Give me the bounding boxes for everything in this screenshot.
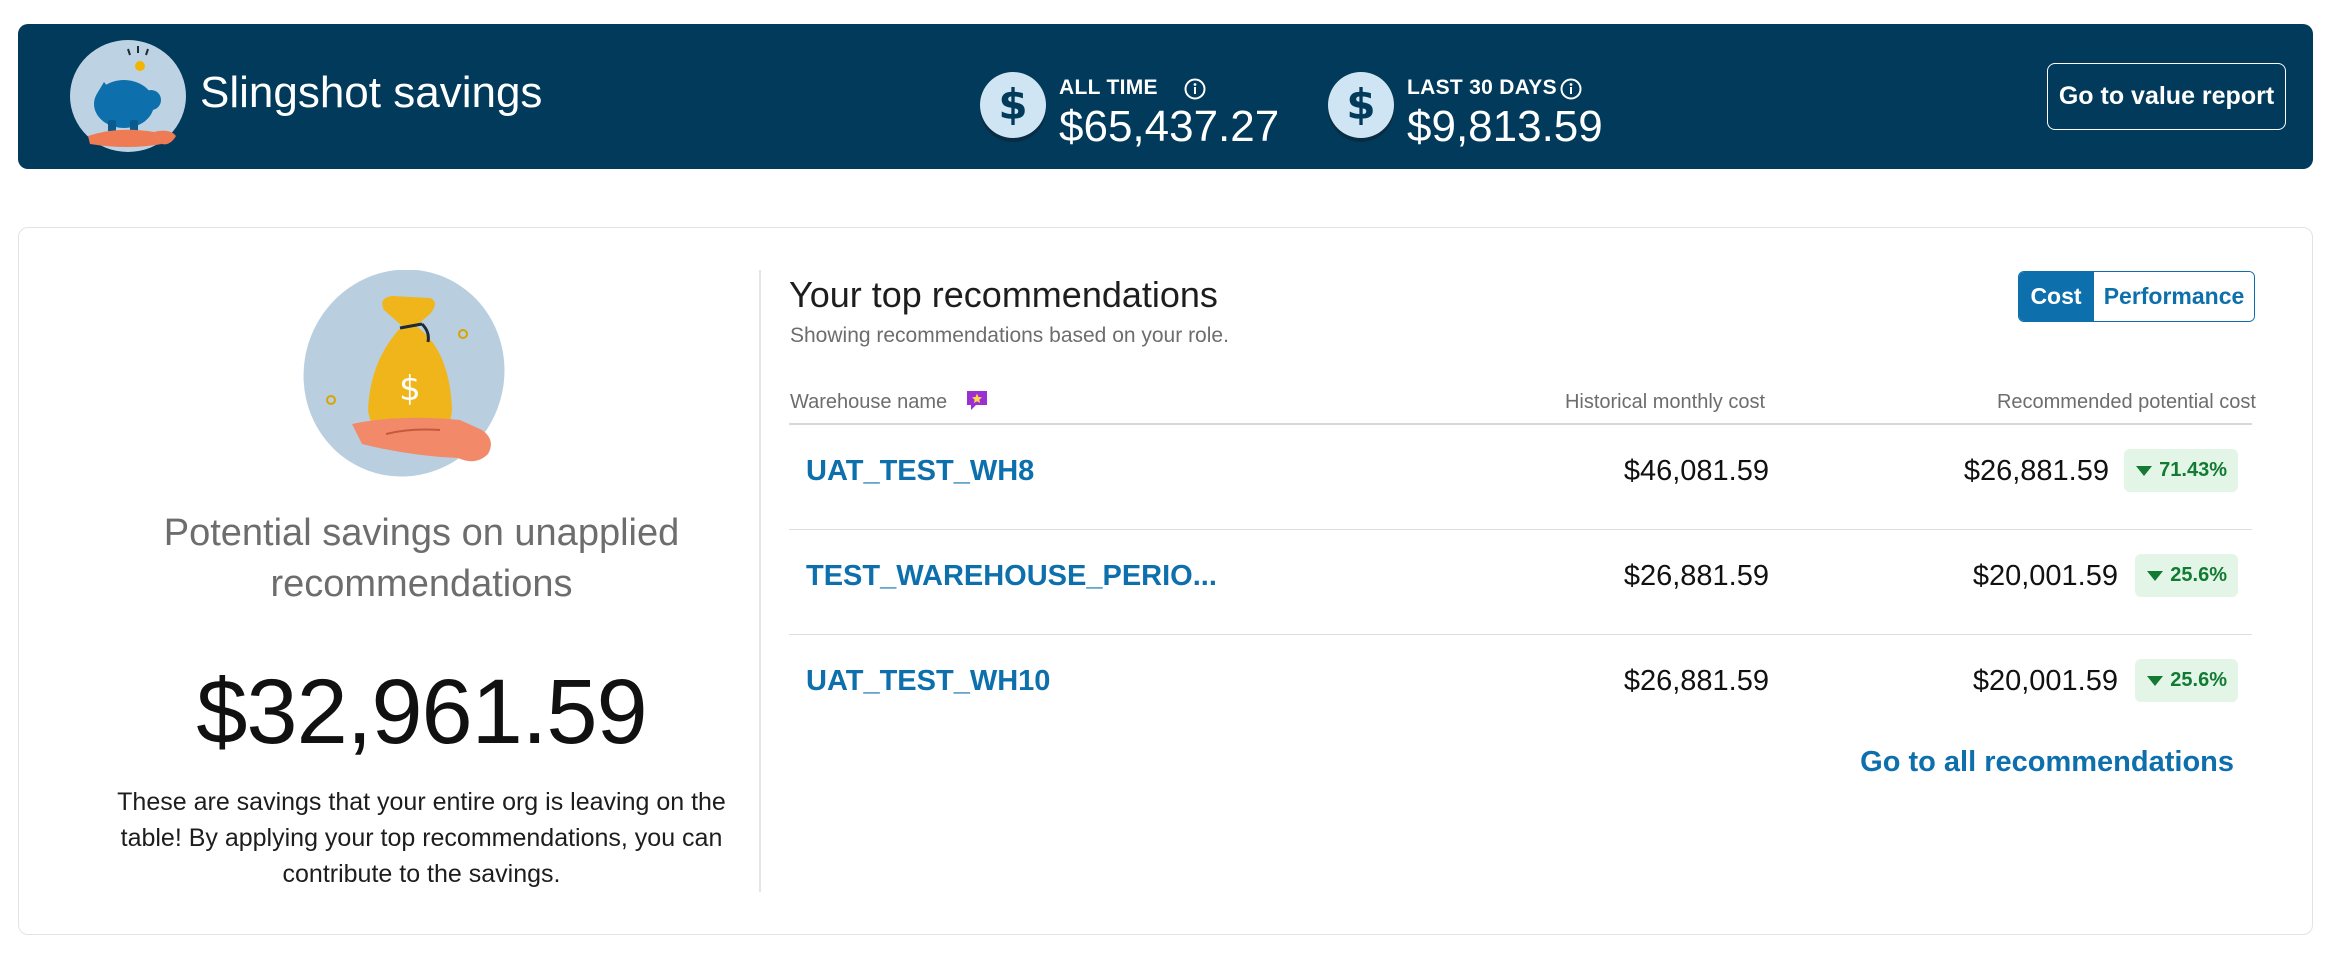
go-to-all-recommendations-link[interactable]: Go to all recommendations <box>1860 746 2234 779</box>
svg-text:$: $ <box>998 80 1027 129</box>
dollar-coin-icon: $ <box>1328 72 1394 142</box>
down-arrow-icon <box>2147 570 2164 581</box>
go-to-value-report-button[interactable]: Go to value report <box>2047 63 2286 130</box>
warehouse-link[interactable]: UAT_TEST_WH8 <box>806 455 1034 488</box>
svg-text:$: $ <box>1346 80 1375 129</box>
cost-performance-toggle: Cost Performance <box>2018 271 2255 322</box>
piggy-bank-illustration <box>70 40 186 152</box>
recommended-cost: $20,001.59 <box>1972 560 2118 592</box>
performance-toggle-button[interactable]: Performance <box>2093 272 2254 321</box>
down-arrow-icon <box>2136 465 2153 476</box>
recommendations-title: Your top recommendations <box>789 274 1218 315</box>
all-time-savings: $ ALL TIME $65,437.27 <box>978 54 1279 151</box>
potential-savings-amount: $32,961.59 <box>196 661 647 763</box>
cost-toggle-button[interactable]: Cost <box>2019 272 2093 321</box>
recommended-cost: $20,001.59 <box>1972 665 2118 697</box>
svg-text:$: $ <box>399 369 421 409</box>
warehouse-link[interactable]: TEST_WAREHOUSE_PERIO... <box>806 560 1217 593</box>
table-row: TEST_WAREHOUSE_PERIO... $26,881.59 $20,0… <box>789 530 2252 635</box>
historical-cost-header: Historical monthly cost <box>1564 391 1765 413</box>
last-30-days-label: LAST 30 DAYS <box>1407 76 1557 99</box>
ai-sparkle-icon[interactable] <box>965 388 989 412</box>
info-icon[interactable] <box>1560 78 1582 100</box>
last-30-days-savings: $ LAST 30 DAYS $9,813.59 <box>1326 54 1626 151</box>
recommendations-card: $ Potential savings on unapplied recomme… <box>18 227 2313 935</box>
dollar-coin-icon: $ <box>980 72 1046 142</box>
historical-cost: $26,881.59 <box>1623 560 1769 592</box>
info-icon[interactable] <box>1184 78 1206 100</box>
savings-percent-badge: 25.6% <box>2135 659 2238 702</box>
savings-percent-badge: 71.43% <box>2124 449 2238 492</box>
potential-savings-title: Potential savings on unapplied recommend… <box>163 512 680 605</box>
potential-savings-description: These are savings that your entire org i… <box>117 788 726 888</box>
table-row: UAT_TEST_WH8 $46,081.59 $26,881.59 71.43… <box>789 425 2252 530</box>
savings-percent: 25.6% <box>2170 564 2227 586</box>
all-time-value: $65,437.27 <box>1059 102 1280 151</box>
savings-percent-badge: 25.6% <box>2135 554 2238 597</box>
recommended-cost: $26,881.59 <box>1963 455 2109 487</box>
savings-banner: Slingshot savings $ ALL TIME $65,437.27 … <box>18 24 2313 169</box>
historical-cost: $26,881.59 <box>1623 665 1769 697</box>
last-30-days-value: $9,813.59 <box>1407 102 1603 151</box>
money-bag-illustration: $ <box>303 270 505 477</box>
recommended-cost-header: Recommended potential cost <box>1996 391 2256 413</box>
warehouse-link[interactable]: UAT_TEST_WH10 <box>806 665 1050 698</box>
savings-percent: 25.6% <box>2170 669 2227 691</box>
all-time-label: ALL TIME <box>1059 76 1158 99</box>
page-title: Slingshot savings <box>200 68 543 117</box>
down-arrow-icon <box>2147 675 2164 686</box>
warehouse-name-header: Warehouse name <box>790 391 948 413</box>
savings-percent: 71.43% <box>2159 459 2227 481</box>
table-row: UAT_TEST_WH10 $26,881.59 $20,001.59 25.6… <box>789 635 2252 735</box>
historical-cost: $46,081.59 <box>1623 455 1769 487</box>
recommendations-subtitle: Showing recommendations based on your ro… <box>790 324 1229 347</box>
section-divider <box>759 270 761 892</box>
